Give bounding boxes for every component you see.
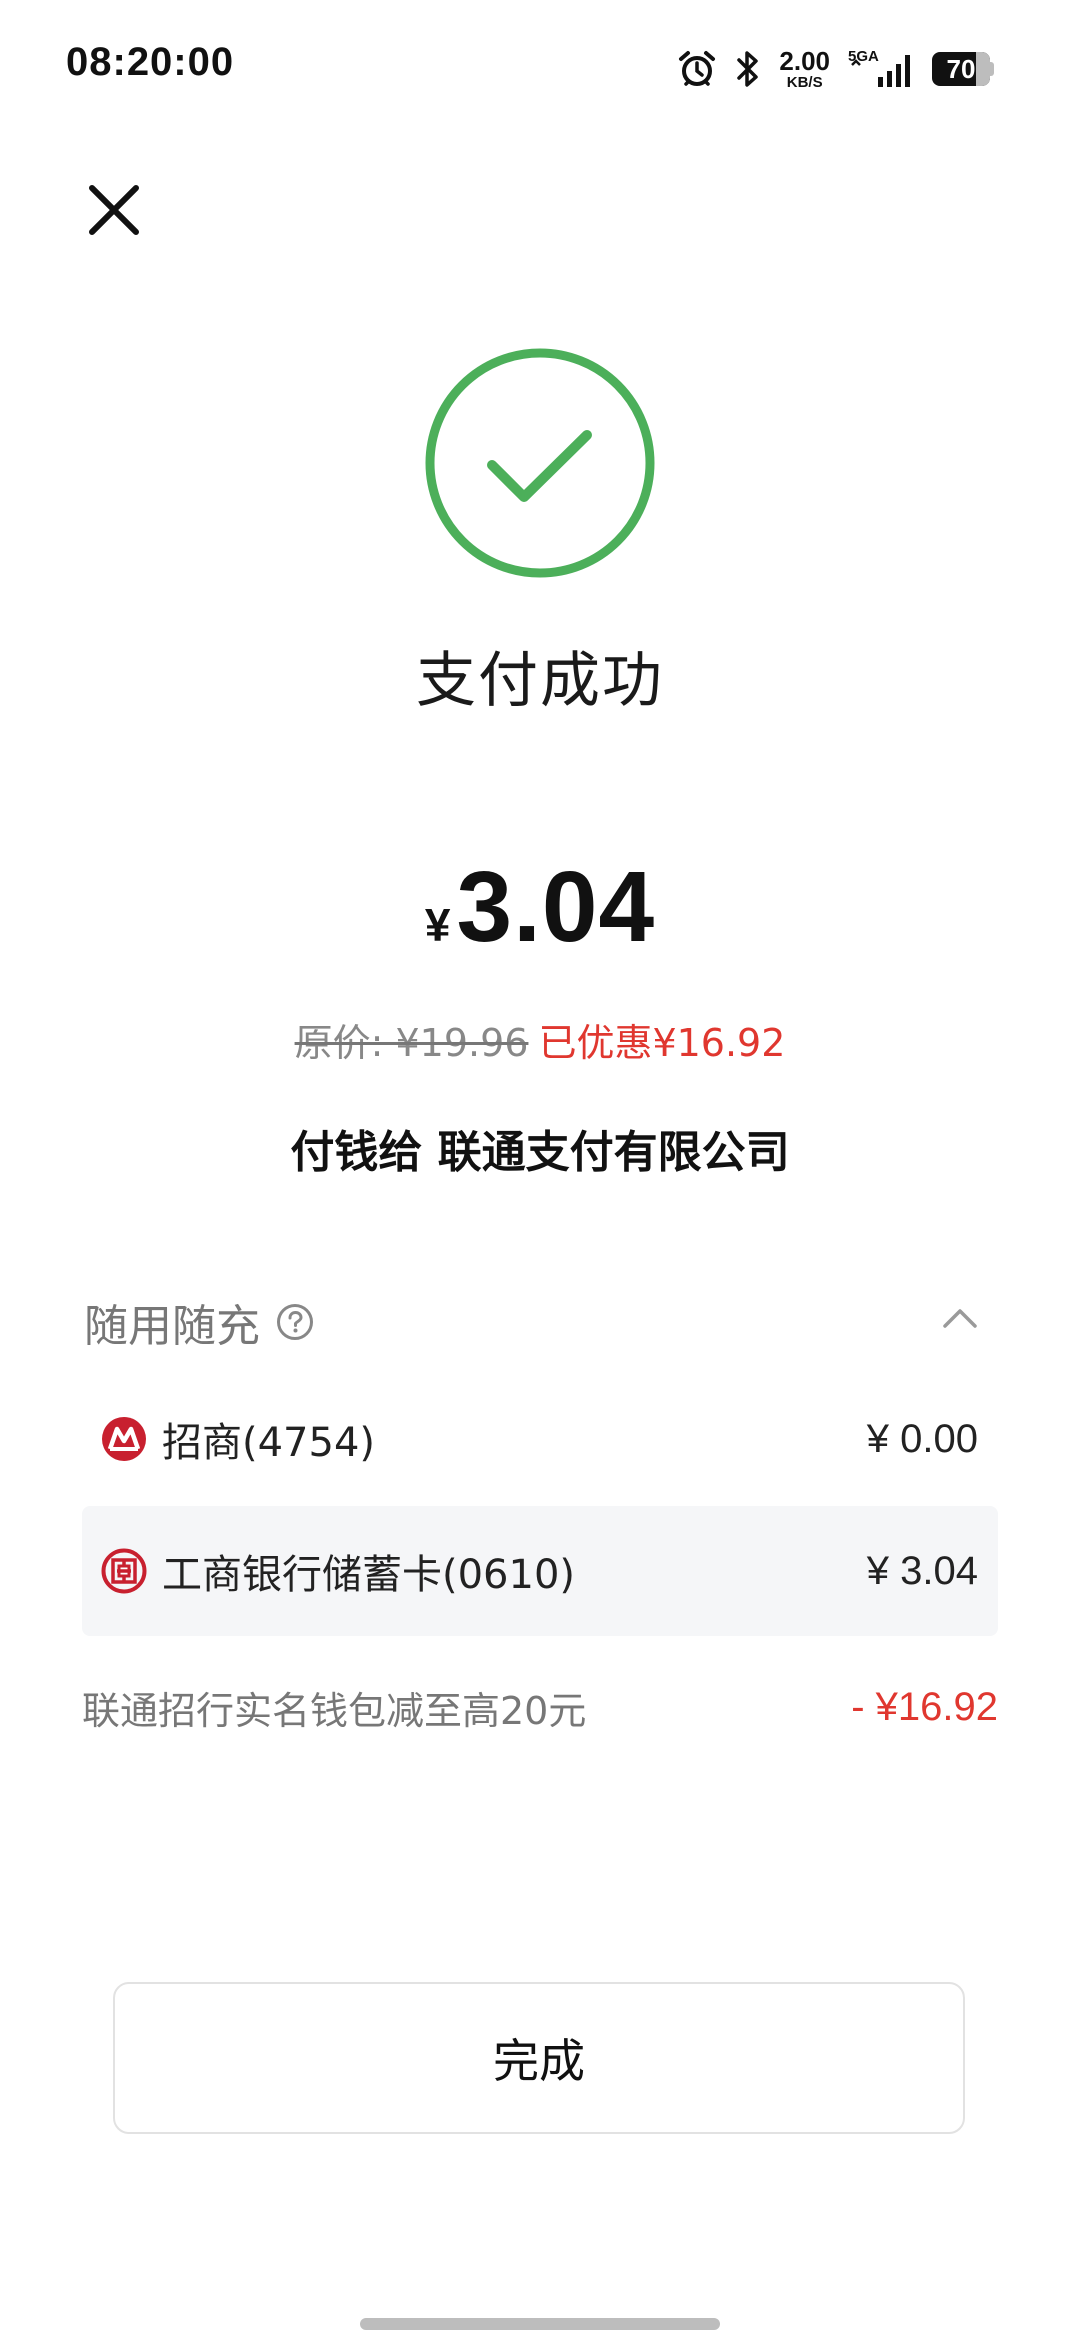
price-summary: 原价: ¥19.96 已优惠¥16.92 [0, 1012, 1080, 1067]
payment-method-name: 工商银行储蓄卡(0610) [162, 1552, 576, 1598]
net-speed-unit: KB/S [786, 74, 823, 91]
breakdown-title: 随用随充 [84, 1301, 260, 1352]
original-price: 原价: ¥19.96 [294, 1021, 529, 1065]
signal-icon: 5GA [848, 48, 910, 87]
alarm-icon [679, 51, 716, 86]
payment-status-title: 支付成功 [416, 646, 664, 716]
payment-method-row: 工商银行储蓄卡(0610) ¥ 3.04 [82, 1506, 998, 1636]
status-icons: 2.00 KB/S 5GA 70 [677, 46, 994, 92]
signal-label: 5GA [848, 48, 879, 65]
question-circle-icon[interactable] [276, 1303, 314, 1341]
close-icon [89, 185, 139, 235]
currency-symbol: ¥ [424, 899, 451, 951]
done-button[interactable]: 完成 [113, 1982, 965, 2134]
net-speed: 2.00 KB/S [779, 48, 830, 90]
chevron-up-icon[interactable] [940, 1302, 980, 1332]
home-indicator[interactable] [360, 2318, 720, 2330]
battery-level: 70 [946, 53, 976, 84]
discount-amount: 已优惠¥16.92 [538, 1021, 786, 1065]
battery-icon: 70 [932, 52, 994, 86]
check-circle-icon [425, 348, 655, 578]
payment-amount: ¥3.04 [0, 850, 1080, 965]
payee: 付钱给 联通支付有限公司 [290, 1127, 790, 1178]
close-button[interactable] [84, 180, 144, 240]
promotion-label: 联通招行实名钱包减至高20元 [82, 1689, 587, 1733]
promotion-value: - ¥16.92 [851, 1685, 998, 1729]
net-speed-value: 2.00 [779, 46, 830, 76]
payment-method-row: 招商(4754) ¥ 0.00 [82, 1374, 998, 1504]
icbc-bank-logo [101, 1548, 147, 1594]
payment-method-amount: ¥ 0.00 [866, 1416, 978, 1461]
breakdown-header: 随用随充 [84, 1290, 314, 1354]
promotion-row: 联通招行实名钱包减至高20元 - ¥16.92 [82, 1680, 998, 1735]
payment-method-amount: ¥ 3.04 [866, 1548, 978, 1593]
amount-value: 3.04 [456, 851, 656, 963]
cmb-bank-logo [102, 1417, 146, 1461]
payment-method-name: 招商(4754) [162, 1420, 376, 1466]
status-time: 08:20:00 [66, 40, 235, 84]
bluetooth-icon [737, 51, 759, 87]
